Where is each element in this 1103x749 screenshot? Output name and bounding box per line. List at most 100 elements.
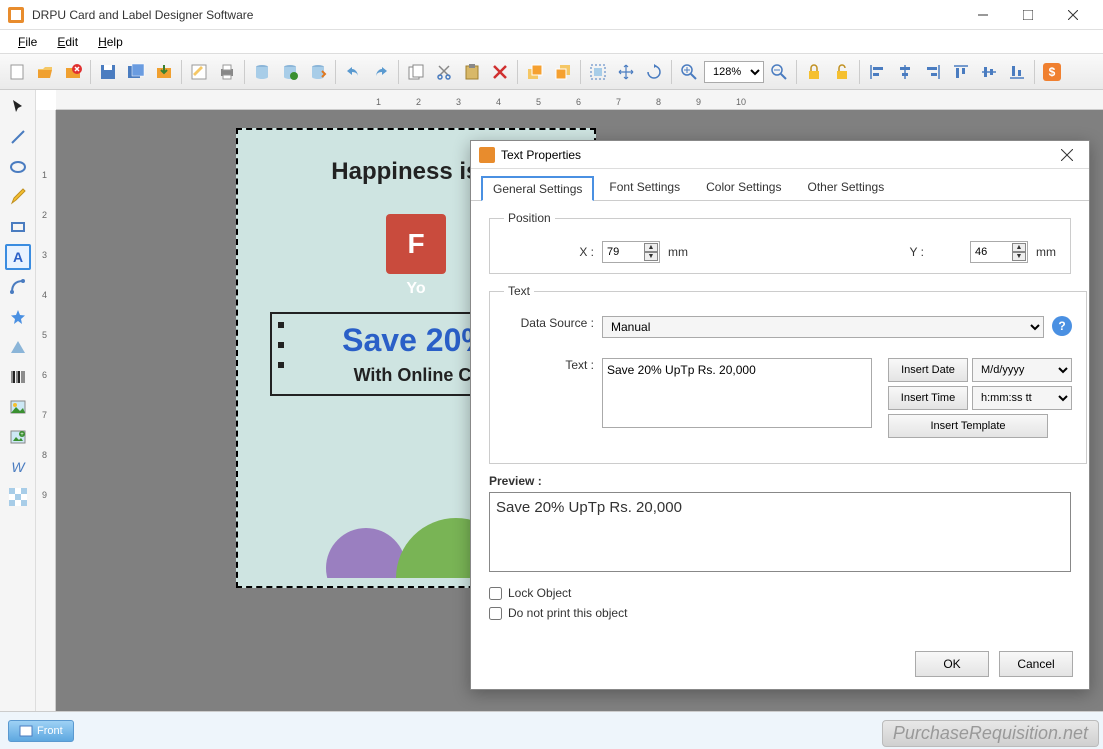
- align-left-icon[interactable]: [864, 59, 890, 85]
- database-refresh-icon[interactable]: [277, 59, 303, 85]
- preview-box: Save 20% UpTp Rs. 20,000: [489, 492, 1071, 572]
- library-tool-icon[interactable]: +: [5, 424, 31, 450]
- dialog-close-button[interactable]: [1061, 149, 1081, 161]
- tab-general[interactable]: General Settings: [481, 176, 594, 201]
- save-icon[interactable]: [95, 59, 121, 85]
- close-button[interactable]: [1050, 1, 1095, 29]
- time-format-select[interactable]: h:mm:ss tt: [972, 386, 1072, 410]
- edit-icon[interactable]: [186, 59, 212, 85]
- triangle-tool-icon[interactable]: [5, 334, 31, 360]
- text-textarea[interactable]: [602, 358, 872, 428]
- y-spin-down[interactable]: ▼: [1012, 252, 1026, 261]
- text-label: Text :: [504, 358, 594, 372]
- date-format-select[interactable]: M/d/yyyy: [972, 358, 1072, 382]
- x-spin-up[interactable]: ▲: [644, 243, 658, 252]
- copy-icon[interactable]: [403, 59, 429, 85]
- x-label: X :: [504, 245, 594, 259]
- align-right-icon[interactable]: [920, 59, 946, 85]
- ok-button[interactable]: OK: [915, 651, 989, 677]
- minimize-button[interactable]: [960, 1, 1005, 29]
- watermark: PurchaseRequisition.net: [882, 720, 1099, 747]
- wordart-tool-icon[interactable]: W: [5, 454, 31, 480]
- text-legend: Text: [504, 284, 534, 298]
- send-back-icon[interactable]: [550, 59, 576, 85]
- unlock-icon[interactable]: [829, 59, 855, 85]
- zoom-select[interactable]: 128%: [704, 61, 764, 83]
- open-icon[interactable]: [32, 59, 58, 85]
- dialog-icon: [479, 147, 495, 163]
- paste-icon[interactable]: [459, 59, 485, 85]
- pencil-tool-icon[interactable]: [5, 184, 31, 210]
- delete-icon[interactable]: [487, 59, 513, 85]
- rotate-icon[interactable]: [641, 59, 667, 85]
- align-center-h-icon[interactable]: [892, 59, 918, 85]
- save-as-icon[interactable]: [123, 59, 149, 85]
- ruler-horizontal: 12345678910: [56, 90, 1103, 110]
- position-fieldset: Position X : ▲▼ mm Y : ▲▼ mm: [489, 211, 1071, 274]
- line-tool-icon[interactable]: [5, 124, 31, 150]
- align-center-v-icon[interactable]: [976, 59, 1002, 85]
- x-unit: mm: [668, 245, 688, 259]
- window-title: DRPU Card and Label Designer Software: [32, 8, 960, 22]
- star-tool-icon[interactable]: [5, 304, 31, 330]
- ellipse-tool-icon[interactable]: [5, 154, 31, 180]
- bring-front-icon[interactable]: [522, 59, 548, 85]
- text-tool-icon[interactable]: A: [5, 244, 31, 270]
- y-unit: mm: [1036, 245, 1056, 259]
- maximize-button[interactable]: [1005, 1, 1050, 29]
- title-bar: DRPU Card and Label Designer Software: [0, 0, 1103, 30]
- insert-time-button[interactable]: Insert Time: [888, 386, 968, 410]
- database-icon[interactable]: [249, 59, 275, 85]
- main-toolbar: 128% $: [0, 54, 1103, 90]
- barcode-tool-icon[interactable]: [5, 364, 31, 390]
- menu-help[interactable]: Help: [88, 35, 133, 49]
- menu-edit[interactable]: Edit: [47, 35, 88, 49]
- zoom-in-icon[interactable]: [676, 59, 702, 85]
- insert-template-button[interactable]: Insert Template: [888, 414, 1048, 438]
- insert-date-button[interactable]: Insert Date: [888, 358, 968, 382]
- arc-tool-icon[interactable]: [5, 274, 31, 300]
- new-icon[interactable]: [4, 59, 30, 85]
- undo-icon[interactable]: [340, 59, 366, 85]
- lock-icon[interactable]: [801, 59, 827, 85]
- y-spin-up[interactable]: ▲: [1012, 243, 1026, 252]
- x-spin-down[interactable]: ▼: [644, 252, 658, 261]
- cut-icon[interactable]: [431, 59, 457, 85]
- purple-circle: [326, 528, 406, 578]
- svg-text:+: +: [20, 432, 24, 438]
- move-icon[interactable]: [613, 59, 639, 85]
- align-bottom-icon[interactable]: [1004, 59, 1030, 85]
- picture-tool-icon[interactable]: [5, 394, 31, 420]
- svg-text:W: W: [11, 459, 26, 475]
- noprint-checkbox-label[interactable]: Do not print this object: [489, 606, 1071, 620]
- database-export-icon[interactable]: [305, 59, 331, 85]
- cancel-button[interactable]: Cancel: [999, 651, 1073, 677]
- noprint-checkbox[interactable]: [489, 607, 502, 620]
- svg-text:$: $: [1049, 65, 1056, 79]
- tab-color[interactable]: Color Settings: [695, 175, 792, 200]
- save-all-icon[interactable]: [151, 59, 177, 85]
- pointer-tool-icon[interactable]: [5, 94, 31, 120]
- print-icon[interactable]: [214, 59, 240, 85]
- help-icon[interactable]: ?: [1052, 316, 1072, 336]
- lock-checkbox[interactable]: [489, 587, 502, 600]
- select-all-icon[interactable]: [585, 59, 611, 85]
- svg-text:A: A: [12, 249, 22, 265]
- side-toolbar: A + W: [0, 90, 36, 711]
- close-file-icon[interactable]: [60, 59, 86, 85]
- datasource-select[interactable]: Manual: [602, 316, 1044, 338]
- lock-checkbox-label[interactable]: Lock Object: [489, 586, 1071, 600]
- zoom-out-icon[interactable]: [766, 59, 792, 85]
- tab-font[interactable]: Font Settings: [598, 175, 691, 200]
- menu-file[interactable]: File: [8, 35, 47, 49]
- pattern-tool-icon[interactable]: [5, 484, 31, 510]
- y-label: Y :: [910, 245, 924, 259]
- page-tab-front[interactable]: Front: [8, 720, 74, 742]
- menu-bar: File Edit Help: [0, 30, 1103, 54]
- tab-other[interactable]: Other Settings: [796, 175, 895, 200]
- price-icon[interactable]: $: [1039, 59, 1065, 85]
- text-fieldset: Text Data Source : Manual ? Text : Inser…: [489, 284, 1087, 464]
- redo-icon[interactable]: [368, 59, 394, 85]
- rectangle-tool-icon[interactable]: [5, 214, 31, 240]
- align-top-icon[interactable]: [948, 59, 974, 85]
